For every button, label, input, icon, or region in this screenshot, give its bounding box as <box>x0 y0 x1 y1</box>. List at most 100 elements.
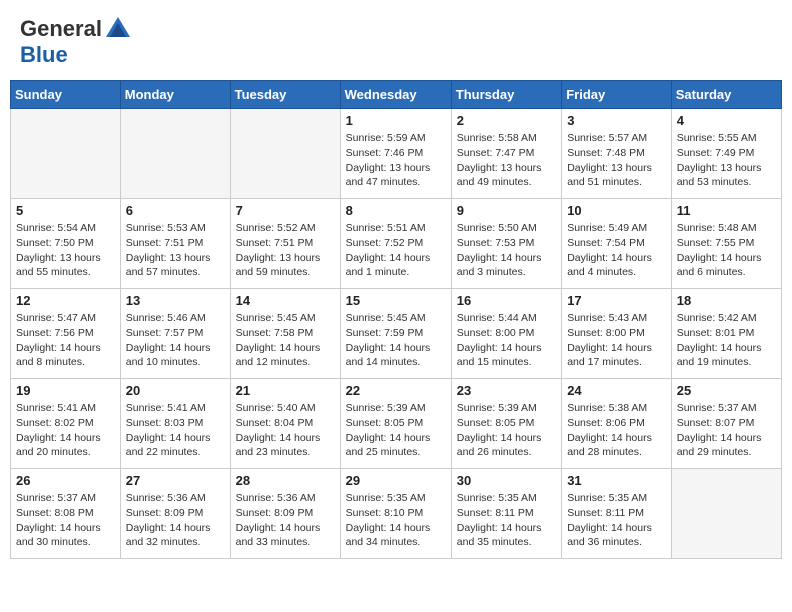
day-number: 20 <box>126 383 225 398</box>
day-info: Sunrise: 5:39 AMSunset: 8:05 PMDaylight:… <box>346 401 446 460</box>
calendar-cell: 2 Sunrise: 5:58 AMSunset: 7:47 PMDaylight… <box>451 109 561 199</box>
day-info: Sunrise: 5:46 AMSunset: 7:57 PMDaylight:… <box>126 311 225 370</box>
day-number: 25 <box>677 383 776 398</box>
week-row-5: 26 Sunrise: 5:37 AMSunset: 8:08 PMDayligh… <box>11 469 782 559</box>
calendar-cell: 16Sunrise: 5:44 AMSunset: 8:00 PMDayligh… <box>451 289 561 379</box>
day-number: 17 <box>567 293 666 308</box>
day-info: Sunrise: 5:58 AMSunset: 7:47 PMDaylight:… <box>457 131 556 190</box>
weekday-thursday: Thursday <box>451 81 561 109</box>
calendar-body: 1 Sunrise: 5:59 AMSunset: 7:46 PMDaylight… <box>11 109 782 559</box>
day-number: 9 <box>457 203 556 218</box>
weekday-saturday: Saturday <box>671 81 781 109</box>
day-info: Sunrise: 5:47 AMSunset: 7:56 PMDaylight:… <box>16 311 115 370</box>
week-row-3: 12 Sunrise: 5:47 AMSunset: 7:56 PMDayligh… <box>11 289 782 379</box>
calendar-cell: 24 Sunrise: 5:38 AMSunset: 8:06 PMDayligh… <box>562 379 672 469</box>
day-info: Sunrise: 5:59 AMSunset: 7:46 PMDaylight:… <box>346 131 446 190</box>
calendar-cell: 15 Sunrise: 5:45 AMSunset: 7:59 PMDayligh… <box>340 289 451 379</box>
day-number: 30 <box>457 473 556 488</box>
calendar-cell: 8 Sunrise: 5:51 AMSunset: 7:52 PMDaylight… <box>340 199 451 289</box>
day-number: 12 <box>16 293 115 308</box>
day-info: Sunrise: 5:43 AMSunset: 8:00 PMDaylight:… <box>567 311 666 370</box>
week-row-4: 19 Sunrise: 5:41 AMSunset: 8:02 PMDayligh… <box>11 379 782 469</box>
day-info: Sunrise: 5:37 AMSunset: 8:08 PMDaylight:… <box>16 491 115 550</box>
weekday-monday: Monday <box>120 81 230 109</box>
calendar-cell: 6 Sunrise: 5:53 AMSunset: 7:51 PMDaylight… <box>120 199 230 289</box>
calendar-cell: 27 Sunrise: 5:36 AMSunset: 8:09 PMDayligh… <box>120 469 230 559</box>
calendar-cell: 22 Sunrise: 5:39 AMSunset: 8:05 PMDayligh… <box>340 379 451 469</box>
page-header: General Blue <box>10 10 782 72</box>
day-number: 22 <box>346 383 446 398</box>
calendar-cell: 29 Sunrise: 5:35 AMSunset: 8:10 PMDayligh… <box>340 469 451 559</box>
calendar-cell <box>671 469 781 559</box>
calendar-cell: 12 Sunrise: 5:47 AMSunset: 7:56 PMDayligh… <box>11 289 121 379</box>
day-info: Sunrise: 5:55 AMSunset: 7:49 PMDaylight:… <box>677 131 776 190</box>
day-info: Sunrise: 5:41 AMSunset: 8:02 PMDaylight:… <box>16 401 115 460</box>
day-info: Sunrise: 5:35 AMSunset: 8:11 PMDaylight:… <box>567 491 666 550</box>
day-number: 2 <box>457 113 556 128</box>
calendar-cell: 28 Sunrise: 5:36 AMSunset: 8:09 PMDayligh… <box>230 469 340 559</box>
day-info: Sunrise: 5:45 AMSunset: 7:59 PMDaylight:… <box>346 311 446 370</box>
calendar-cell <box>11 109 121 199</box>
weekday-wednesday: Wednesday <box>340 81 451 109</box>
day-number: 13 <box>126 293 225 308</box>
day-number: 1 <box>346 113 446 128</box>
calendar-cell: 31 Sunrise: 5:35 AMSunset: 8:11 PMDayligh… <box>562 469 672 559</box>
calendar-cell: 3 Sunrise: 5:57 AMSunset: 7:48 PMDaylight… <box>562 109 672 199</box>
calendar-cell <box>120 109 230 199</box>
day-info: Sunrise: 5:38 AMSunset: 8:06 PMDaylight:… <box>567 401 666 460</box>
day-info: Sunrise: 5:41 AMSunset: 8:03 PMDaylight:… <box>126 401 225 460</box>
week-row-2: 5Sunrise: 5:54 AMSunset: 7:50 PMDaylight… <box>11 199 782 289</box>
calendar-cell: 13 Sunrise: 5:46 AMSunset: 7:57 PMDayligh… <box>120 289 230 379</box>
day-number: 4 <box>677 113 776 128</box>
day-info: Sunrise: 5:35 AMSunset: 8:10 PMDaylight:… <box>346 491 446 550</box>
calendar-cell: 10Sunrise: 5:49 AMSunset: 7:54 PMDayligh… <box>562 199 672 289</box>
calendar-cell: 1 Sunrise: 5:59 AMSunset: 7:46 PMDaylight… <box>340 109 451 199</box>
day-number: 8 <box>346 203 446 218</box>
day-number: 24 <box>567 383 666 398</box>
calendar-cell: 11 Sunrise: 5:48 AMSunset: 7:55 PMDayligh… <box>671 199 781 289</box>
logo-blue-text: Blue <box>20 42 68 67</box>
calendar-cell: 17 Sunrise: 5:43 AMSunset: 8:00 PMDayligh… <box>562 289 672 379</box>
day-info: Sunrise: 5:53 AMSunset: 7:51 PMDaylight:… <box>126 221 225 280</box>
calendar-cell: 4 Sunrise: 5:55 AMSunset: 7:49 PMDaylight… <box>671 109 781 199</box>
calendar-table: SundayMondayTuesdayWednesdayThursdayFrid… <box>10 80 782 559</box>
calendar-cell: 21Sunrise: 5:40 AMSunset: 8:04 PMDayligh… <box>230 379 340 469</box>
day-number: 3 <box>567 113 666 128</box>
day-number: 27 <box>126 473 225 488</box>
day-number: 26 <box>16 473 115 488</box>
day-info: Sunrise: 5:37 AMSunset: 8:07 PMDaylight:… <box>677 401 776 460</box>
day-number: 15 <box>346 293 446 308</box>
calendar-cell <box>230 109 340 199</box>
day-number: 19 <box>16 383 115 398</box>
calendar-cell: 18Sunrise: 5:42 AMSunset: 8:01 PMDayligh… <box>671 289 781 379</box>
day-number: 6 <box>126 203 225 218</box>
weekday-friday: Friday <box>562 81 672 109</box>
week-row-1: 1 Sunrise: 5:59 AMSunset: 7:46 PMDaylight… <box>11 109 782 199</box>
day-info: Sunrise: 5:50 AMSunset: 7:53 PMDaylight:… <box>457 221 556 280</box>
logo-general-text: General <box>20 16 102 41</box>
day-info: Sunrise: 5:48 AMSunset: 7:55 PMDaylight:… <box>677 221 776 280</box>
logo: General Blue <box>20 15 132 67</box>
day-number: 16 <box>457 293 556 308</box>
day-info: Sunrise: 5:36 AMSunset: 8:09 PMDaylight:… <box>236 491 335 550</box>
day-number: 5 <box>16 203 115 218</box>
day-number: 10 <box>567 203 666 218</box>
day-number: 28 <box>236 473 335 488</box>
day-info: Sunrise: 5:39 AMSunset: 8:05 PMDaylight:… <box>457 401 556 460</box>
weekday-sunday: Sunday <box>11 81 121 109</box>
day-number: 29 <box>346 473 446 488</box>
day-info: Sunrise: 5:51 AMSunset: 7:52 PMDaylight:… <box>346 221 446 280</box>
day-number: 11 <box>677 203 776 218</box>
calendar-cell: 30 Sunrise: 5:35 AMSunset: 8:11 PMDayligh… <box>451 469 561 559</box>
day-number: 7 <box>236 203 335 218</box>
day-info: Sunrise: 5:57 AMSunset: 7:48 PMDaylight:… <box>567 131 666 190</box>
day-number: 18 <box>677 293 776 308</box>
calendar-cell: 14Sunrise: 5:45 AMSunset: 7:58 PMDayligh… <box>230 289 340 379</box>
calendar-cell: 19 Sunrise: 5:41 AMSunset: 8:02 PMDayligh… <box>11 379 121 469</box>
weekday-header-row: SundayMondayTuesdayWednesdayThursdayFrid… <box>11 81 782 109</box>
day-number: 31 <box>567 473 666 488</box>
day-info: Sunrise: 5:36 AMSunset: 8:09 PMDaylight:… <box>126 491 225 550</box>
day-info: Sunrise: 5:35 AMSunset: 8:11 PMDaylight:… <box>457 491 556 550</box>
day-number: 14 <box>236 293 335 308</box>
calendar-cell: 25 Sunrise: 5:37 AMSunset: 8:07 PMDayligh… <box>671 379 781 469</box>
